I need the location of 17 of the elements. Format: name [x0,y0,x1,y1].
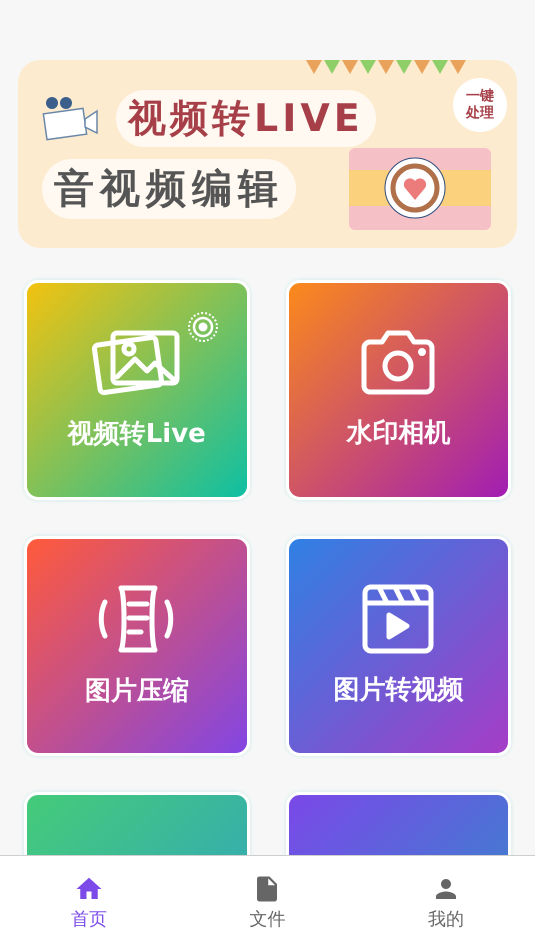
tool-card[interactable]: 图片转视频 [286,536,511,756]
banner-headline: 视频转LIVE [116,90,376,146]
tool-card[interactable]: 水印相机 [286,280,511,500]
nav-tab[interactable]: 我的 [356,856,535,951]
banner[interactable]: 视频转LIVE 音视频编辑 一键 处理 [18,60,517,248]
movie-camera-icon [42,95,100,141]
tool-title: 图片转视频 [333,674,464,706]
nav-tab[interactable]: 文件 [178,856,357,951]
tool-card[interactable]: 图片压缩 [24,536,250,756]
one-click-badge: 一键 处理 [453,78,507,132]
live-icon [186,311,218,343]
nav-tab[interactable]: 首页 [0,856,178,951]
tool-title: 视频转Live [68,418,206,450]
tool-title: 图片压缩 [84,674,189,708]
tool-title: 水印相机 [346,416,450,450]
banner-subtitle: 音视频编辑 [42,158,296,218]
video-icon [361,582,436,654]
